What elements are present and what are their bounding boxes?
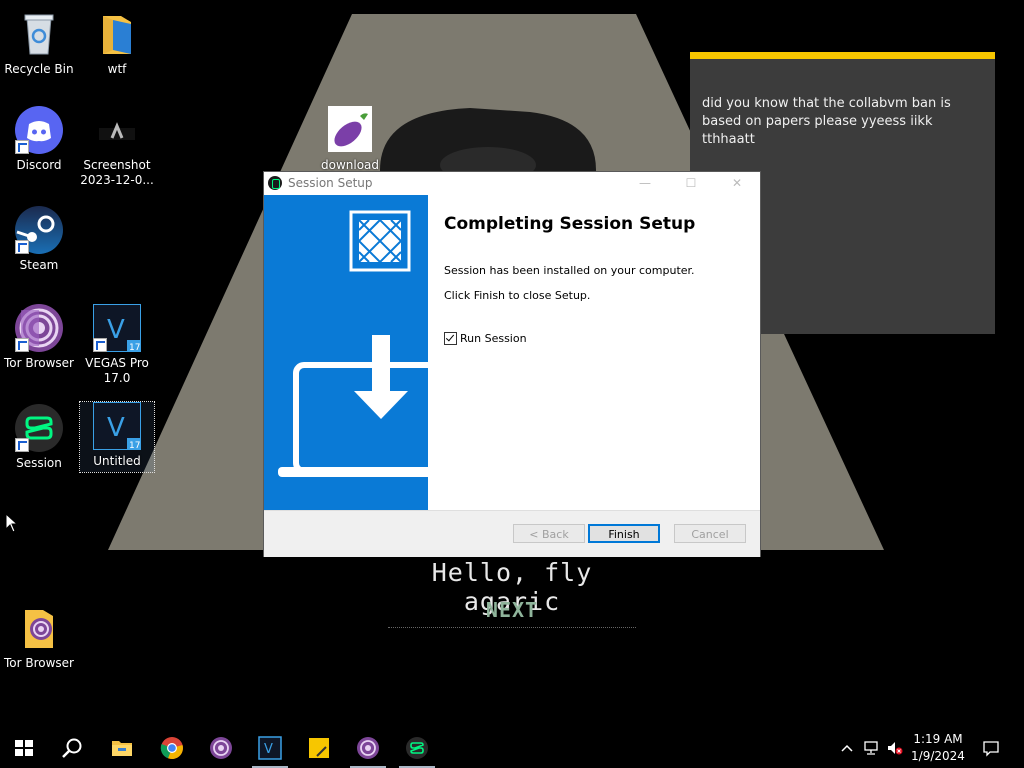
- search-button[interactable]: [48, 728, 96, 768]
- notifications-icon[interactable]: [982, 739, 1000, 757]
- desktop-icon-label: wtf: [107, 62, 127, 76]
- desktop-icon-label: Discord: [16, 158, 62, 172]
- desktop-icon-recycle-bin[interactable]: Recycle Bin: [0, 10, 78, 77]
- taskbar-sticky-notes[interactable]: [295, 728, 343, 768]
- network-icon[interactable]: [862, 740, 880, 756]
- recycle-bin-icon: [15, 10, 63, 58]
- desktop-icon-wtf[interactable]: wtf: [78, 10, 156, 77]
- session-app-icon: [268, 176, 282, 190]
- desktop-icon-download[interactable]: download: [311, 106, 389, 173]
- file-explorer-icon: [112, 741, 132, 756]
- taskbar-tor-browser[interactable]: [197, 728, 245, 768]
- install-complete-text: Session has been installed on your compu…: [444, 264, 695, 277]
- session-icon: [15, 404, 63, 452]
- run-session-checkbox[interactable]: [444, 332, 457, 345]
- run-session-option[interactable]: Run Session: [444, 332, 750, 345]
- minimize-button[interactable]: —: [622, 172, 668, 194]
- vegas-pro-icon: V: [258, 736, 282, 760]
- vegas-pro-icon: V 17: [92, 303, 142, 353]
- wallpaper-next-text: NEXT: [485, 598, 539, 622]
- tor-browser-icon: [15, 304, 63, 352]
- window-titlebar[interactable]: Session Setup — ☐ ✕: [264, 172, 760, 194]
- session-setup-window[interactable]: Session Setup — ☐ ✕ Completing Session S…: [263, 171, 761, 557]
- vegas-pro-icon: V 17: [92, 401, 142, 451]
- desktop-icon-vegas-pro[interactable]: V 17 VEGAS Pro 17.0: [78, 303, 156, 386]
- tor-browser-icon: [357, 737, 379, 759]
- svg-text:V: V: [107, 315, 125, 345]
- wallpaper-divider: [388, 627, 636, 628]
- desktop-icon-label: Recycle Bin: [4, 62, 74, 76]
- folder-icon: [93, 10, 141, 58]
- desktop-icon-tor-browser-folder[interactable]: Tor Browser: [0, 604, 78, 671]
- close-button[interactable]: ✕: [714, 172, 760, 194]
- clock-time: 1:19 AM: [913, 732, 963, 746]
- start-button[interactable]: [0, 728, 48, 768]
- taskbar-session[interactable]: [393, 728, 441, 768]
- shortcut-arrow-icon: [15, 338, 29, 352]
- taskbar-file-explorer[interactable]: [98, 728, 146, 768]
- back-button[interactable]: < Back: [513, 524, 585, 543]
- shortcut-arrow-icon: [15, 438, 29, 452]
- run-session-label[interactable]: Run Session: [460, 332, 527, 345]
- sticky-note-header[interactable]: [690, 52, 995, 59]
- installer-footer: < Back Finish Cancel: [264, 510, 760, 557]
- finish-button[interactable]: Finish: [588, 524, 660, 543]
- cancel-button[interactable]: Cancel: [674, 524, 746, 543]
- mouse-cursor-icon: [5, 513, 19, 533]
- discord-icon: [15, 106, 63, 154]
- taskbar-vegas-pro[interactable]: V: [246, 728, 294, 768]
- session-icon: [406, 737, 428, 759]
- desktop-icon-discord[interactable]: Discord: [0, 106, 78, 173]
- sticky-note-text[interactable]: did you know that the collabvm ban is ba…: [690, 59, 995, 149]
- svg-text:17: 17: [129, 441, 140, 450]
- search-icon: [62, 738, 82, 758]
- desktop-icon-untitled[interactable]: V 17 Untitled: [79, 401, 155, 473]
- desktop-icon-session[interactable]: Session: [0, 404, 78, 471]
- desktop-icon-label: VEGAS Pro 17.0: [85, 356, 149, 385]
- sticky-notes-icon: [309, 738, 329, 758]
- installer-banner: [264, 195, 428, 510]
- steam-icon: [15, 206, 63, 254]
- desktop-icon-label: Tor Browser: [3, 656, 74, 670]
- svg-text:V: V: [107, 413, 125, 443]
- desktop-icon-tor-browser[interactable]: Tor Browser: [0, 304, 78, 371]
- taskbar-chrome[interactable]: [148, 728, 196, 768]
- volume-muted-icon[interactable]: [886, 740, 904, 756]
- taskbar-tor-browser-2[interactable]: [344, 728, 392, 768]
- desktop-icon-screenshot[interactable]: Screenshot 2023-12-0...: [78, 114, 156, 188]
- svg-text:V: V: [264, 742, 273, 757]
- clock-date: 1/9/2024: [911, 749, 965, 763]
- shortcut-arrow-icon: [15, 140, 29, 154]
- desktop-icon-steam[interactable]: Steam: [0, 206, 78, 273]
- eggplant-image-icon: [326, 106, 374, 154]
- finish-instruction-text: Click Finish to close Setup.: [444, 289, 591, 302]
- show-hidden-icons-chevron-icon[interactable]: [840, 741, 854, 755]
- svg-text:17: 17: [129, 343, 140, 352]
- start-icon: [15, 740, 33, 756]
- desktop-icon-label: Screenshot 2023-12-0...: [80, 158, 154, 187]
- tor-browser-icon: [210, 737, 232, 759]
- shortcut-arrow-icon: [93, 338, 107, 352]
- screenshot-file-icon: [93, 114, 141, 154]
- installer-banner-graphic: [278, 210, 428, 477]
- taskbar-clock[interactable]: 1:19 AM 1/9/2024: [906, 731, 970, 765]
- shortcut-arrow-icon: [15, 240, 29, 254]
- desktop-icon-label: Untitled: [93, 454, 141, 468]
- chrome-icon: [160, 737, 183, 760]
- maximize-button[interactable]: ☐: [668, 172, 714, 194]
- taskbar: V 1:19 AM 1/9/2024: [0, 728, 1024, 768]
- tor-folder-icon: [15, 604, 63, 652]
- installer-content: Completing Session Setup Session has bee…: [444, 195, 750, 345]
- desktop-icon-label: Session: [16, 456, 62, 470]
- setup-heading: Completing Session Setup: [444, 214, 696, 234]
- window-title: Session Setup: [288, 176, 373, 190]
- desktop-icon-label: Steam: [19, 258, 59, 272]
- desktop-icon-label: Tor Browser: [3, 356, 74, 370]
